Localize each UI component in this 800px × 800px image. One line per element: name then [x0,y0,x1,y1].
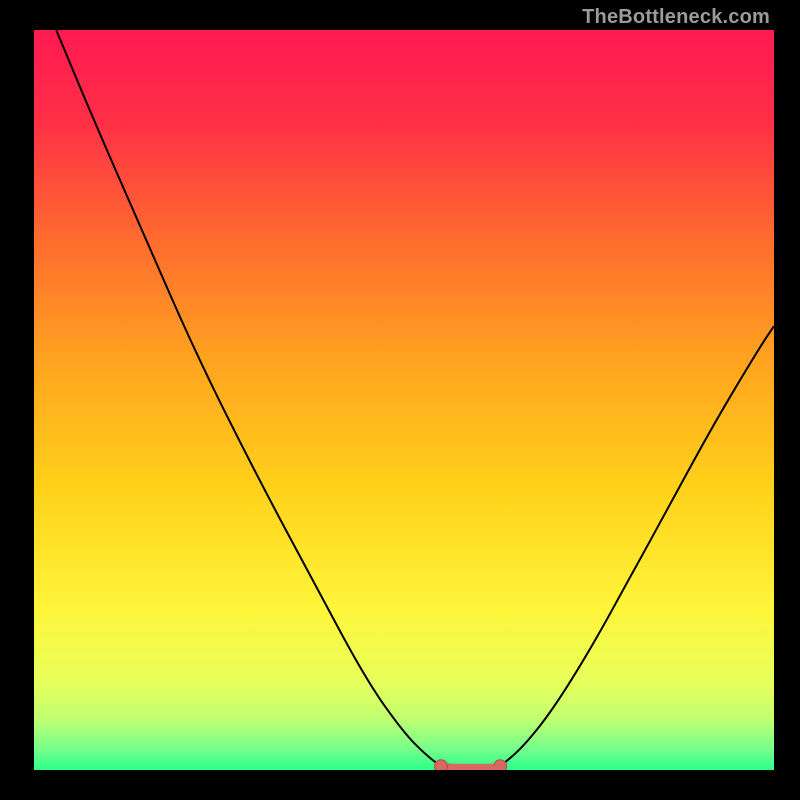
marker-dot [435,760,448,770]
watermark-text: TheBottleneck.com [582,6,770,29]
bottleneck-curve [34,30,774,770]
curve-left-branch [56,30,441,766]
curve-right-branch [500,326,774,766]
chart-frame: TheBottleneck.com [0,0,800,800]
plot-area [34,30,774,770]
